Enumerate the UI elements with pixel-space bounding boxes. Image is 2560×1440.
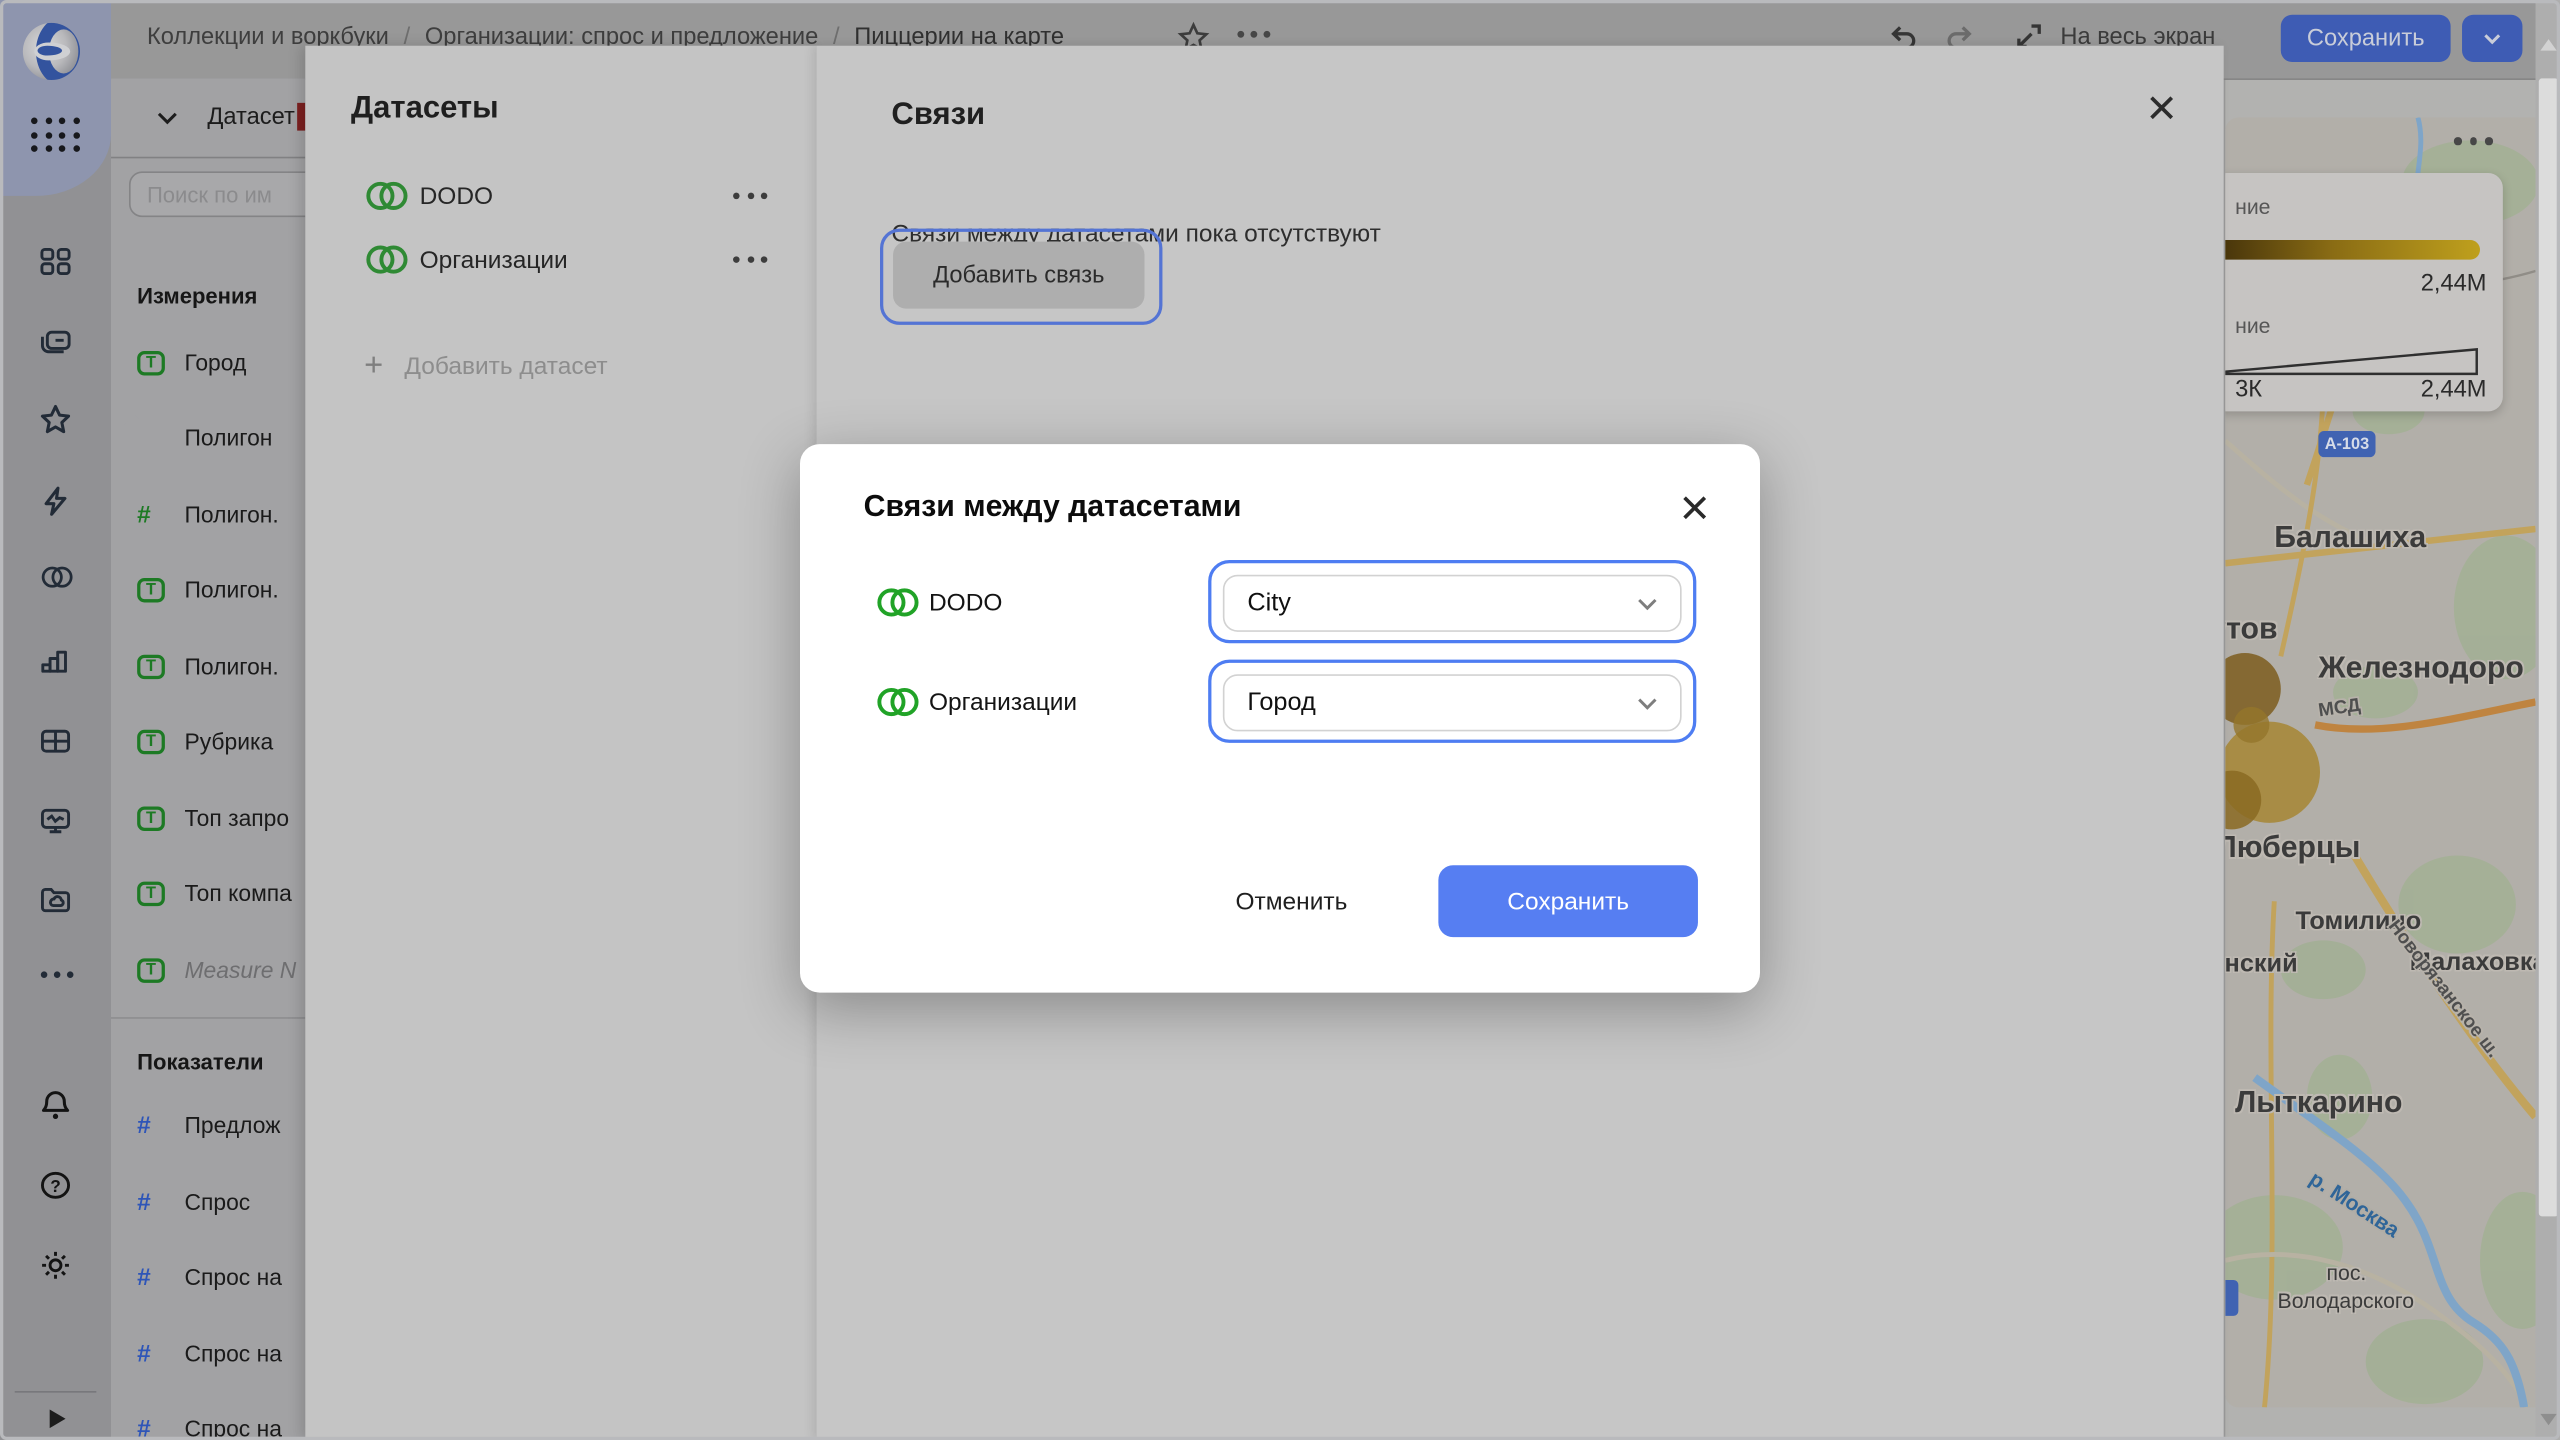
panel-divider <box>111 157 305 159</box>
dataset-menu-icon[interactable] <box>733 167 767 226</box>
left-nav-sidebar: ? <box>0 0 111 1440</box>
field-row[interactable]: #Спрос на <box>111 1249 305 1305</box>
datasets-drawer: Датасеты DODO Организации + Добавить дат… <box>305 46 816 1440</box>
field-select-organizations[interactable]: Город <box>1223 674 1682 731</box>
plus-icon: + <box>364 349 383 382</box>
map-label-balashikha: Балашиха <box>2274 519 2426 555</box>
dataset-menu-icon[interactable] <box>733 230 767 289</box>
storage-folder-icon[interactable] <box>39 883 72 916</box>
field-select-dodo[interactable]: City <box>1223 575 1682 632</box>
field-select-value: City <box>1247 589 1291 618</box>
legend-max-2: 2,44M <box>2421 377 2487 403</box>
more-icon[interactable] <box>39 970 72 1003</box>
dataset-selector-label: Датасет <box>207 104 294 130</box>
notifications-bell-icon[interactable] <box>39 1089 72 1122</box>
scroll-down-icon[interactable] <box>2540 1414 2556 1425</box>
modal-title: Связи между датасетами <box>864 488 1242 524</box>
section-divider <box>111 1017 305 1019</box>
scroll-up-icon[interactable] <box>2540 39 2556 50</box>
save-dropdown-button[interactable] <box>2462 15 2522 62</box>
legend-label-1: ние <box>2235 194 2270 218</box>
field-select-value: Город <box>1247 688 1315 717</box>
legend-label-2: ние <box>2235 313 2270 337</box>
red-indicator <box>297 103 305 131</box>
dimensions-title: Измерения <box>137 284 257 308</box>
tiles-icon[interactable] <box>39 245 72 278</box>
chevron-down-icon <box>155 106 179 130</box>
map-label-lytkarino: Лыткарино <box>2235 1084 2402 1120</box>
dataset-icon <box>364 243 410 276</box>
favorites-star-icon[interactable] <box>39 403 72 436</box>
dashboards-icon[interactable] <box>39 805 72 838</box>
tables-icon[interactable] <box>39 725 72 758</box>
lightning-icon[interactable] <box>39 485 72 518</box>
datasets-drawer-title: Датасеты <box>351 91 499 127</box>
datasets-icon[interactable] <box>39 563 72 596</box>
legend-gradient-bar <box>2225 240 2480 260</box>
field-row[interactable]: #Спрос на <box>111 1401 305 1440</box>
search-input[interactable] <box>129 171 305 217</box>
dataset-icon <box>875 686 921 719</box>
workbooks-icon[interactable] <box>39 325 72 358</box>
road-badge: А-103 <box>2318 431 2375 457</box>
legend-size-triangle <box>2225 343 2483 379</box>
field-row[interactable]: Полигон <box>111 410 305 466</box>
charts-icon[interactable] <box>39 645 72 678</box>
field-row[interactable]: ТГород <box>111 335 305 391</box>
field-row[interactable]: ТТоп запро <box>111 790 305 846</box>
services-grid-icon[interactable] <box>31 118 79 152</box>
dataset-icon <box>364 180 410 213</box>
map-label-volodarskogo: Володарского <box>2278 1288 2414 1312</box>
save-button[interactable]: Сохранить <box>2281 15 2451 62</box>
map-label-pos: пос. <box>2327 1260 2367 1284</box>
field-row[interactable]: #Спрос <box>111 1174 305 1230</box>
dataset-item-organizations[interactable]: Организации <box>305 230 816 289</box>
modal-dataset-label-organizations: Организации <box>929 689 1077 717</box>
svg-text:?: ? <box>50 1176 61 1196</box>
fields-panel: Датасет Измерения ТГород Полигон #Полиго… <box>111 78 305 1440</box>
field-row[interactable]: #Предлож <box>111 1097 305 1153</box>
close-icon[interactable] <box>2147 93 2176 122</box>
links-panel-title: Связи <box>891 98 985 134</box>
links-modal: Связи между датасетами DODO City Организ… <box>800 444 1760 993</box>
add-link-button[interactable]: Добавить связь <box>893 242 1144 309</box>
field-row[interactable]: #Полигон. <box>111 487 305 543</box>
add-dataset-button[interactable]: + Добавить датасет <box>364 349 608 382</box>
cancel-button[interactable]: Отменить <box>1216 875 1366 927</box>
field-row[interactable]: ТПолигон. <box>111 638 305 694</box>
scrollbar-thumb[interactable] <box>2538 78 2558 1216</box>
field-row[interactable]: ТТоп компа <box>111 865 305 921</box>
datalens-logo-icon[interactable] <box>23 23 80 80</box>
settings-gear-icon[interactable] <box>39 1249 72 1282</box>
field-row[interactable]: #Спрос на <box>111 1326 305 1382</box>
page-scrollbar[interactable] <box>2536 0 2560 1440</box>
modal-dataset-label-dodo: DODO <box>929 589 1002 617</box>
modal-close-icon[interactable] <box>1680 493 1709 522</box>
dataset-icon <box>875 586 921 619</box>
chevron-down-icon <box>1634 691 1660 717</box>
map-menu-icon[interactable] <box>2454 137 2493 144</box>
app-window: Коллекции и воркбуки / Организации: спро… <box>0 0 2560 1440</box>
expand-sidebar-icon[interactable] <box>44 1406 77 1439</box>
map-label-zheleznodorozhny: Железнодоро <box>2318 650 2524 686</box>
modal-save-button[interactable]: Сохранить <box>1438 865 1698 937</box>
field-row[interactable]: ТMeasure N <box>111 942 305 998</box>
field-row[interactable]: ТРубрика <box>111 713 305 769</box>
map-label-lyubertsy: Люберцы <box>2225 829 2360 865</box>
map-widget: А-103 Балашиха утов Железнодоро МСД Любе… <box>2225 118 2535 1408</box>
measures-title: Показатели <box>137 1050 263 1074</box>
legend-max-1: 2,44M <box>2421 271 2487 297</box>
dataset-item-dodo[interactable]: DODO <box>305 167 816 226</box>
dataset-selector[interactable]: Датасет <box>111 78 305 156</box>
map-label-insky: инский <box>2225 950 2297 979</box>
map-legend: ние 2,44M ние 3К 2,44M <box>2225 173 2503 411</box>
map-label-utov: утов <box>2225 611 2277 647</box>
chevron-down-icon <box>1634 591 1660 617</box>
legend-min-2: 3К <box>2235 377 2262 403</box>
help-icon[interactable]: ? <box>39 1169 72 1202</box>
field-row[interactable]: ТПолигон. <box>111 562 305 618</box>
sidebar-divider <box>15 1391 97 1393</box>
